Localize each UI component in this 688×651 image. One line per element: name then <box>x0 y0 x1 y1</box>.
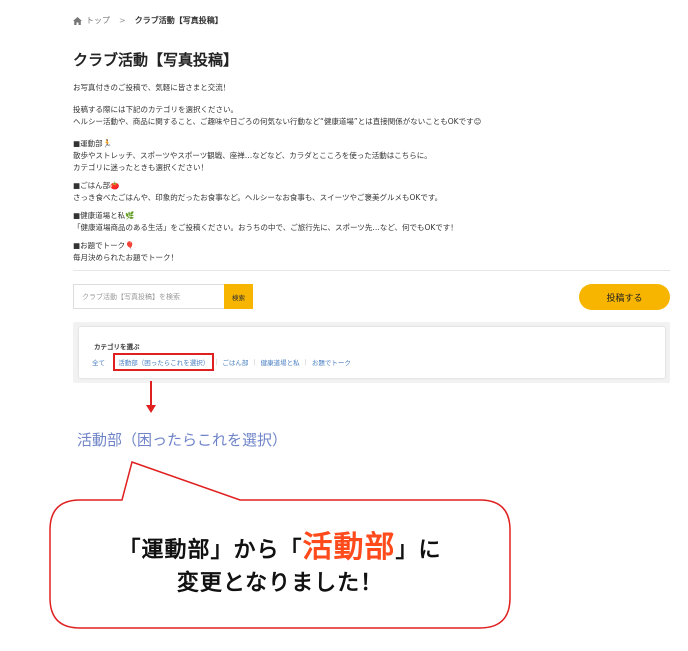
bubble-open-quote: 「 <box>279 538 303 563</box>
bubble-part1: 「運動部」から <box>118 538 280 563</box>
bubble-message: 「運動部」から「活動部」に 変更となりました！ <box>50 532 510 601</box>
bubble-line2: 変更となりました！ <box>176 571 384 596</box>
bubble-accent: 活動部 <box>302 530 396 565</box>
bubble-close-quote: 」に <box>395 538 442 563</box>
